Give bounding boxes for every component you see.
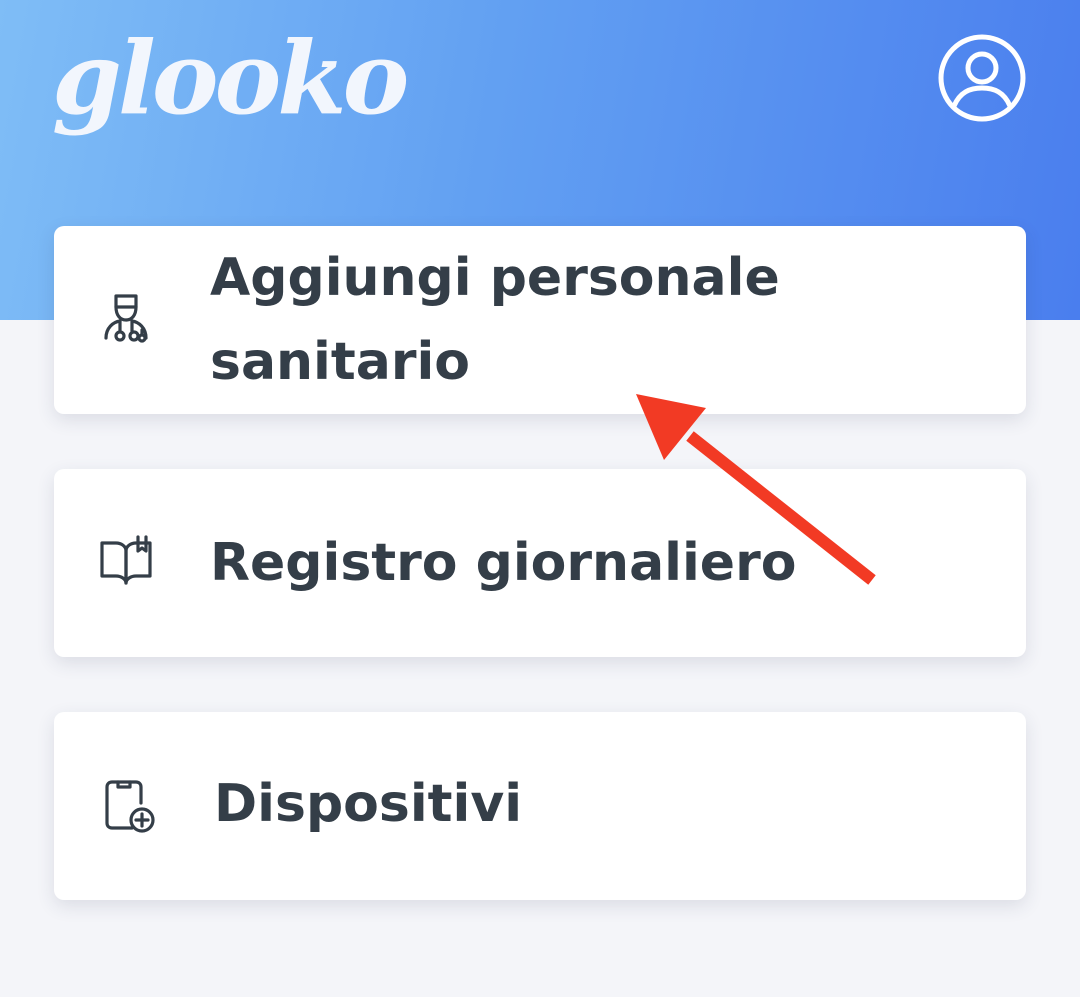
glooko-logo: glooko bbox=[52, 19, 409, 137]
menu-item-devices[interactable]: Dispositivi bbox=[54, 712, 1026, 900]
menu-item-daily-log[interactable]: Registro giornaliero bbox=[54, 469, 1026, 657]
device-add-icon bbox=[105, 780, 155, 833]
menu-item-label: Aggiungi personale sanitario bbox=[210, 248, 780, 392]
user-circle-icon bbox=[938, 34, 1026, 122]
menu-item-label: Registro giornaliero bbox=[210, 533, 797, 593]
doctor-icon bbox=[104, 294, 148, 343]
menu-item-add-healthcare-staff[interactable]: Aggiungi personale sanitario bbox=[54, 226, 1026, 414]
book-icon bbox=[100, 535, 152, 585]
profile-button[interactable] bbox=[936, 32, 1028, 124]
menu-item-label: Dispositivi bbox=[214, 774, 523, 834]
